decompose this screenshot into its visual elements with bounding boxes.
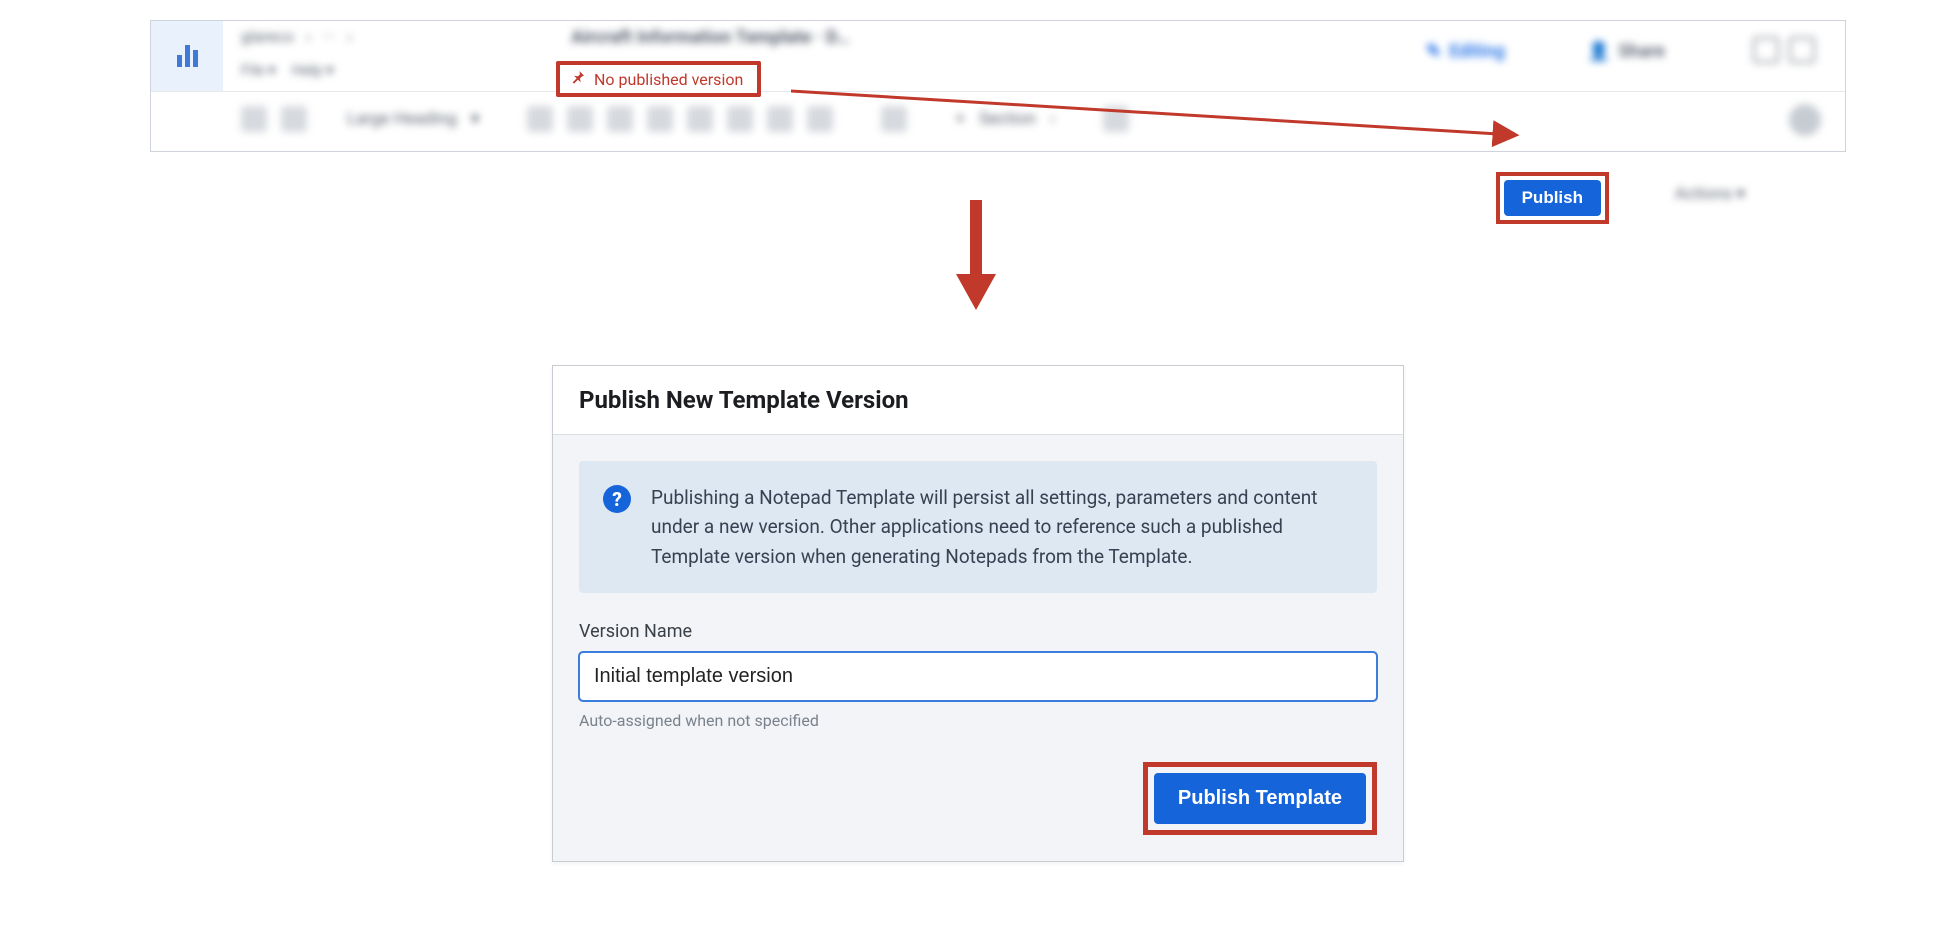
style-picker[interactable]: Large Heading (347, 109, 457, 129)
no-published-version-text: No published version (594, 70, 743, 89)
chevron-right-icon: › (1050, 109, 1055, 129)
bold-icon[interactable] (527, 106, 553, 132)
panel-icon[interactable] (1753, 37, 1779, 63)
undo-icon[interactable] (241, 106, 267, 132)
share-label: Share (1618, 41, 1665, 62)
version-name-input[interactable] (579, 652, 1377, 701)
italic-icon[interactable] (567, 106, 593, 132)
section-button[interactable]: Section (979, 109, 1036, 129)
page-title: Aircraft Information Template · D… (571, 27, 850, 48)
publish-template-highlight: Publish Template (1143, 762, 1377, 835)
appbar-row-toolbar: Large Heading ▾ + Section › (151, 92, 1845, 150)
redo-icon[interactable] (281, 106, 307, 132)
bars-icon (177, 45, 198, 67)
appbar-row-top: glareco › ··· › Aircraft Information Tem… (151, 21, 1845, 92)
pin-icon (570, 69, 586, 89)
more-icon[interactable] (1103, 106, 1129, 132)
pencil-icon: ✎ (1426, 41, 1441, 62)
dialog-title: Publish New Template Version (579, 386, 1377, 414)
editing-indicator[interactable]: ✎ Editing (1426, 41, 1505, 62)
info-callout: ? Publishing a Notepad Template will per… (579, 461, 1377, 593)
version-name-label: Version Name (579, 621, 1377, 642)
strike-icon[interactable] (647, 106, 673, 132)
share-icon: 👤 (1588, 41, 1610, 62)
breadcrumb-sep: › (347, 27, 352, 46)
menu-bar: File ▾ Help ▾ (241, 61, 334, 79)
publish-button-highlight: Publish (1496, 172, 1609, 224)
version-name-helper: Auto-assigned when not specified (579, 711, 1377, 730)
dialog-body: ? Publishing a Notepad Template will per… (553, 435, 1403, 861)
info-callout-text: Publishing a Notepad Template will persi… (651, 483, 1353, 571)
share-button[interactable]: 👤 Share (1588, 41, 1665, 62)
breadcrumb-sep: › (306, 27, 311, 46)
app-logo (151, 21, 223, 91)
panel-icon[interactable] (1789, 37, 1815, 63)
menu-help[interactable]: Help ▾ (292, 61, 334, 79)
dialog-footer: Publish Template (579, 762, 1377, 835)
breadcrumb-more: ··· (323, 27, 336, 46)
app-toolbar-screenshot: glareco › ··· › Aircraft Information Tem… (150, 20, 1846, 152)
help-icon: ? (603, 485, 631, 513)
highlight-icon[interactable] (767, 106, 793, 132)
panel-toggle-icons (1753, 37, 1815, 63)
publish-template-button[interactable]: Publish Template (1154, 773, 1366, 824)
color-icon[interactable] (727, 106, 753, 132)
formatting-toolbar: Large Heading ▾ + Section › (241, 106, 1129, 132)
breadcrumb-user: glareco (241, 27, 294, 46)
actions-menu[interactable]: Actions ▾ (1675, 184, 1745, 204)
actions-label: Actions ▾ (1675, 184, 1745, 204)
chevron-down-icon: ▾ (471, 109, 480, 129)
underline-icon[interactable] (607, 106, 633, 132)
menu-file[interactable]: File ▾ (241, 61, 276, 79)
clear-icon[interactable] (807, 106, 833, 132)
publish-button[interactable]: Publish (1504, 180, 1601, 216)
annotation-arrow-down (956, 200, 996, 310)
dialog-header: Publish New Template Version (553, 366, 1403, 435)
align-icon[interactable] (881, 106, 907, 132)
breadcrumb: glareco › ··· › (241, 27, 352, 46)
link-icon[interactable] (687, 106, 713, 132)
editing-label: Editing (1449, 41, 1505, 62)
avatar[interactable] (1789, 104, 1821, 136)
publish-template-dialog: Publish New Template Version ? Publishin… (552, 365, 1404, 862)
